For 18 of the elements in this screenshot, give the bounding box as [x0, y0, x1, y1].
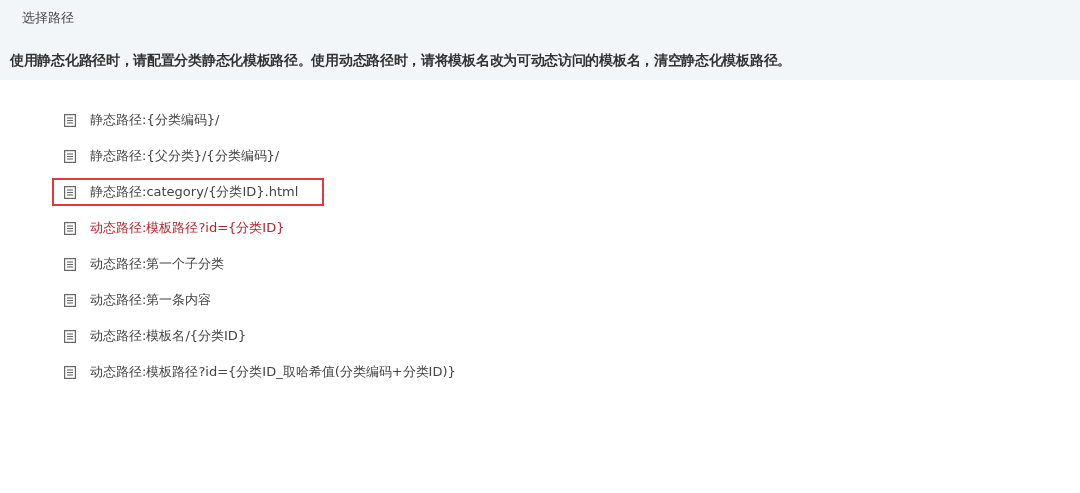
document-icon — [64, 365, 76, 379]
document-icon — [64, 221, 76, 235]
path-option[interactable]: 动态路径:模板名/{分类ID} — [90, 327, 247, 345]
document-icon — [64, 185, 76, 199]
path-option[interactable]: 动态路径:第一条内容 — [90, 291, 212, 309]
path-option[interactable]: 动态路径:模板路径?id={分类ID_取哈希值(分类编码+分类ID)} — [90, 363, 456, 381]
path-option[interactable]: 动态路径:第一个子分类 — [90, 255, 225, 273]
path-option[interactable]: 静态路径:category/{分类ID}.html — [90, 183, 299, 201]
document-icon — [64, 257, 76, 271]
document-icon — [64, 329, 76, 343]
panel-title: 选择路径 — [21, 9, 75, 27]
document-icon — [64, 293, 76, 307]
document-icon — [64, 113, 76, 127]
path-option[interactable]: 动态路径:模板路径?id={分类ID} — [90, 219, 285, 237]
path-option[interactable]: 静态路径:{父分类}/{分类编码}/ — [90, 147, 280, 165]
path-option[interactable]: 静态路径:{分类编码}/ — [90, 111, 220, 129]
notice-text: 使用静态化路径时，请配置分类静态化模板路径。使用动态路径时，请将模板名改为可动态访问的模板名，清空静态化模板路径。 — [9, 51, 792, 70]
document-icon — [64, 149, 76, 163]
